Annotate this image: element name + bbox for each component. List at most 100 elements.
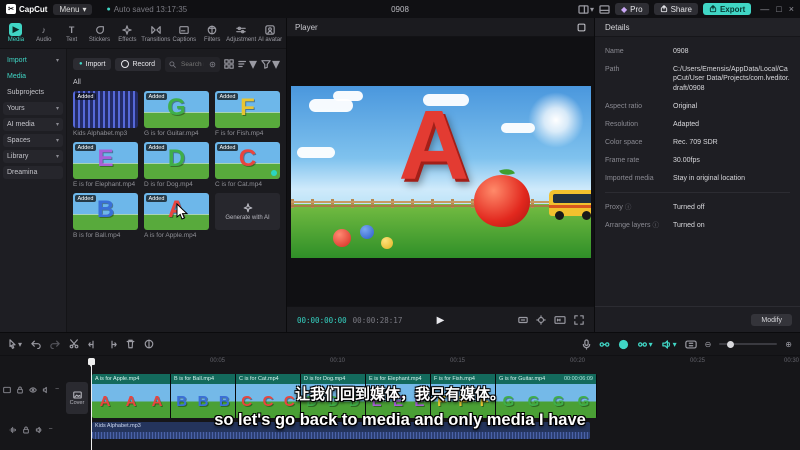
- split-icon[interactable]: [69, 339, 79, 349]
- autosave-text: Auto saved 13:17:35: [113, 4, 188, 14]
- apple-graphic: [473, 165, 530, 227]
- media-item-name: C is for Cat.mp4: [215, 181, 262, 188]
- captions-icon: [178, 23, 191, 36]
- total-duration: 00:00:28:17: [352, 315, 403, 325]
- transitions-icon: [149, 23, 162, 36]
- tab-ai-avatar[interactable]: AI avatar: [256, 23, 284, 43]
- asset-tabbar: ▶ Media ♪ Audio T Text Stickers Effects Tra…: [0, 18, 286, 49]
- filters-icon: [206, 23, 219, 36]
- tab-captions[interactable]: Captions: [170, 23, 198, 43]
- media-item[interactable]: Added F F is for Fish.mp4: [215, 91, 280, 137]
- minimize-button[interactable]: —: [760, 4, 769, 14]
- export-button[interactable]: Export: [702, 3, 752, 15]
- chevron-down-icon: ▾: [55, 138, 59, 144]
- sidebar-item-ai-media[interactable]: AI media ▾: [3, 118, 63, 131]
- preview-focus-icon[interactable]: [536, 315, 546, 325]
- sidebar-item-media[interactable]: Media: [3, 70, 63, 83]
- zoom-out-icon[interactable]: ⊖: [705, 340, 712, 349]
- close-button[interactable]: ×: [789, 4, 794, 14]
- layout-toggle-icon[interactable]: ▾: [578, 5, 594, 14]
- import-button[interactable]: ● Import: [73, 58, 112, 70]
- player-stage[interactable]: A: [287, 37, 594, 306]
- media-item-name: B is for Ball.mp4: [73, 232, 121, 239]
- sidebar-item-dreamina[interactable]: Dreamina: [3, 166, 63, 179]
- mirror-icon[interactable]: [144, 339, 154, 349]
- preview-axis-icon[interactable]: [684, 339, 697, 349]
- delete-left-icon[interactable]: [88, 340, 98, 349]
- linking-icon[interactable]: ▾: [637, 340, 653, 349]
- grid-view-icon[interactable]: [224, 59, 234, 69]
- tab-transitions[interactable]: Transitions: [141, 23, 170, 43]
- media-item[interactable]: Added B B is for Ball.mp4: [73, 193, 138, 239]
- tab-filters[interactable]: Filters: [198, 23, 226, 43]
- media-item[interactable]: Added D D is for Dog.mp4: [144, 142, 209, 188]
- timeline-ruler[interactable]: 00:05 00:10 00:15 00:20 00:25 00:30: [62, 355, 800, 368]
- playhead[interactable]: [88, 358, 95, 450]
- sidebar-item-library[interactable]: Library ▾: [3, 150, 63, 163]
- search-input[interactable]: [179, 59, 206, 69]
- media-item[interactable]: Added E E is for Elephant.mp4: [73, 142, 138, 188]
- generate-with-ai-card[interactable]: Generate with AI: [215, 193, 280, 239]
- select-tool-icon[interactable]: ▾: [8, 339, 22, 349]
- delete-icon[interactable]: [126, 339, 135, 349]
- track-audio-icon[interactable]: ▾: [661, 340, 677, 349]
- tab-stickers[interactable]: Stickers: [86, 23, 114, 43]
- menu-label: Menu: [59, 4, 80, 14]
- ruler-tick: 00:20: [570, 358, 586, 364]
- sidebar-item-yours[interactable]: Yours ▾: [3, 102, 63, 115]
- chevron-down-icon: ▾: [55, 106, 59, 112]
- added-badge: Added: [75, 195, 96, 202]
- quality-icon[interactable]: [554, 315, 566, 325]
- media-item-audio[interactable]: Added Kids Alphabet.mp3: [73, 91, 138, 137]
- audio-waveform: [92, 432, 590, 439]
- timeline-toolbar: ▾ ▾ ▾ ⊖ ⊕: [0, 333, 800, 356]
- tab-text[interactable]: T Text: [58, 23, 86, 44]
- maximize-button[interactable]: □: [776, 4, 781, 14]
- tab-adjustment[interactable]: Adjustment: [226, 23, 256, 43]
- search-box[interactable]: [165, 56, 220, 72]
- titlebar: ✂ CapCut Menu ▾ ● Auto saved 13:17:35 09…: [0, 0, 800, 18]
- menu-button[interactable]: Menu ▾: [53, 3, 93, 15]
- detail-row-imported-media: Imported media Stay in original location: [605, 174, 745, 182]
- share-button[interactable]: Share: [653, 3, 698, 15]
- cloud-graphic: [296, 147, 335, 159]
- record-voiceover-icon[interactable]: [582, 338, 591, 350]
- ratio-icon[interactable]: [518, 315, 528, 325]
- sort-icon[interactable]: ▾: [238, 54, 257, 74]
- undo-icon[interactable]: [31, 340, 41, 349]
- tab-audio[interactable]: ♪ Audio: [30, 23, 58, 44]
- sidebar-item-subprojects[interactable]: Subprojects: [3, 86, 63, 99]
- play-button[interactable]: ▶: [437, 315, 445, 326]
- pro-button[interactable]: ◆ Pro: [614, 3, 649, 15]
- delete-right-icon[interactable]: [107, 340, 117, 349]
- ruler-tick: 00:30: [784, 358, 800, 364]
- chevron-down-icon: ▾: [55, 154, 59, 160]
- media-item[interactable]: Added G G is for Guitar.mp4: [144, 91, 209, 137]
- added-badge: Added: [146, 93, 167, 100]
- player-expand-icon[interactable]: [577, 23, 586, 32]
- media-item[interactable]: Added C C is for Cat.mp4: [215, 142, 280, 188]
- tab-effects[interactable]: Effects: [113, 23, 141, 43]
- record-button[interactable]: Record: [115, 57, 162, 71]
- sidebar-item-spaces[interactable]: Spaces ▾: [3, 134, 63, 147]
- sidebar-item-import[interactable]: Import ▾: [3, 54, 63, 67]
- app-name: CapCut: [19, 4, 48, 14]
- tab-media[interactable]: ▶ Media: [2, 23, 30, 43]
- ruler-tick: 00:15: [450, 358, 466, 364]
- record-icon: [121, 60, 130, 68]
- redo-icon[interactable]: [50, 340, 60, 349]
- fullscreen-icon[interactable]: [574, 315, 584, 325]
- zoom-in-icon[interactable]: ⊕: [785, 340, 792, 349]
- modify-button[interactable]: Modify: [751, 314, 792, 326]
- capcut-logo-icon: ✂: [6, 4, 16, 14]
- auto-snapping-icon[interactable]: [618, 339, 629, 350]
- timeline-zoom-slider[interactable]: [719, 340, 778, 348]
- panel-layout-icon[interactable]: [599, 4, 610, 14]
- detail-row-frame-rate: Frame rate 30.00fps: [605, 156, 700, 164]
- video-preview: A: [290, 85, 591, 258]
- filter-icon[interactable]: ▾: [261, 54, 280, 74]
- filter-all-label[interactable]: All: [73, 79, 280, 86]
- cloud-graphic: [332, 90, 363, 101]
- magnetic-snap-icon[interactable]: [599, 340, 610, 349]
- audio-waveform-thumb[interactable]: Added: [73, 91, 138, 128]
